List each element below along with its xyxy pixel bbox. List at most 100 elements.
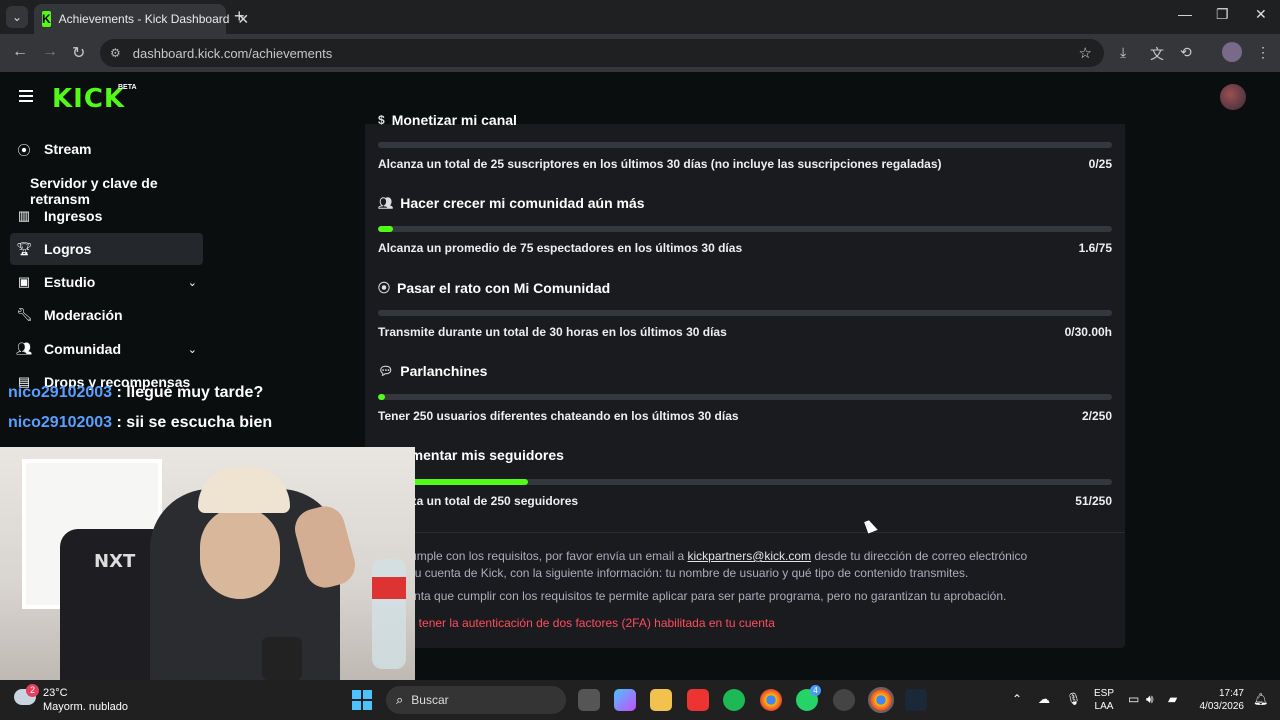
chrome-icon[interactable]: [760, 689, 782, 711]
new-tab-button[interactable]: +: [234, 6, 245, 27]
chair-logo: NXT: [94, 551, 136, 572]
kick-favicon-icon: K: [42, 11, 51, 27]
temperature[interactable]: 23°C: [43, 687, 68, 699]
achievement-parlanchines: 💬︎ Parlanchines Tener 250 usuarios difere…: [378, 363, 1112, 429]
trophy-icon: 🏆︎: [16, 241, 33, 256]
taskbar-search[interactable]: ⌕ Buscar: [386, 686, 566, 714]
user-avatar[interactable]: [1220, 84, 1246, 110]
kick-logo[interactable]: KICK: [52, 84, 125, 114]
volume-icon[interactable]: 🔊︎: [1146, 692, 1154, 707]
file-explorer-icon[interactable]: [650, 689, 672, 711]
notification-bell-icon[interactable]: 🔔︎: [1253, 692, 1268, 706]
microphone: [262, 637, 302, 680]
lang-code: ESP: [1094, 688, 1115, 699]
chevron-down-icon[interactable]: ⌄: [188, 276, 197, 289]
money-icon: $: [378, 113, 385, 127]
achievement-title: Aumentar mis seguidores: [392, 447, 564, 463]
progress-fill: [378, 226, 394, 232]
users-icon: 👥︎: [378, 196, 394, 210]
progress-bar: [378, 310, 1112, 316]
note-text: anal cumple con los requisitos, por favo…: [378, 549, 688, 563]
onedrive-icon[interactable]: ☁: [1038, 692, 1050, 706]
progress-fill: [378, 394, 386, 400]
sidebar-item-label: Moderación: [44, 307, 123, 323]
weather-desc[interactable]: Mayorm. nublado: [43, 701, 128, 713]
bottle-label: [372, 577, 406, 599]
achievement-seguidores: +Aumentar mis seguidores Alcanza un tota…: [378, 447, 1112, 513]
download-icon[interactable]: ⤓: [1120, 44, 1126, 61]
profile-avatar[interactable]: [1222, 42, 1242, 62]
chevron-up-icon[interactable]: ⌃: [1012, 692, 1022, 706]
note-text: desde tu dirección de correo electrónico: [811, 549, 1028, 563]
sidebar-item-stream[interactable]: ⦿ Stream: [10, 133, 203, 165]
reload-icon[interactable]: ↻: [72, 43, 85, 63]
minimize-button[interactable]: —: [1178, 6, 1192, 22]
beta-badge: BETA: [118, 84, 137, 91]
browser-tab-bar: ⌄ K Achievements - Kick Dashboard ✕ + — …: [0, 0, 1280, 34]
tab-search-button[interactable]: ⌄: [6, 6, 28, 28]
youtube-icon[interactable]: [687, 689, 709, 711]
sidebar-item-ingresos[interactable]: ▥ Ingresos: [10, 200, 203, 232]
achievement-title: Parlanchines: [400, 363, 488, 379]
sidebar-item-moderacion[interactable]: 🔧︎ Moderación: [10, 299, 203, 331]
progress-bar: [378, 479, 1112, 485]
weather-badge: 2: [26, 684, 39, 697]
sidebar-item-comunidad[interactable]: 👥︎ Comunidad ⌄: [10, 333, 203, 365]
windows-taskbar: 2 23°C Mayorm. nublado ⌕ Buscar 4 ⌃ ☁ 🎙︎…: [0, 680, 1280, 720]
achievement-monetizar: $ Monetizar mi canal Alcanza un total de …: [378, 112, 1112, 178]
tab-title: Achievements - Kick Dashboard: [58, 12, 230, 26]
forward-icon[interactable]: →: [42, 43, 58, 61]
achievement-title: Hacer crecer mi comunidad aún más: [400, 195, 645, 211]
task-view-icon[interactable]: [578, 689, 600, 711]
progress-bar: [378, 394, 1112, 400]
achievement-desc: Alcanza un total de 25 suscriptores en l…: [378, 157, 942, 171]
back-icon[interactable]: ←: [12, 43, 28, 61]
clock-date: 4/03/2026: [1199, 701, 1245, 712]
history-icon[interactable]: ⟲: [1180, 44, 1192, 61]
search-icon: ⌕: [396, 692, 404, 707]
windows-start-icon[interactable]: [352, 690, 372, 710]
sidebar-item-label: Stream: [44, 141, 92, 157]
system-clock[interactable]: 17:47 4/03/2026: [1196, 687, 1245, 713]
menu-kebab-icon[interactable]: ⋮: [1256, 44, 1270, 61]
achievement-pasar-rato: ⦿ Pasar el rato con Mi Comunidad Transmit…: [378, 279, 1112, 345]
partner-email-link[interactable]: kickpartners@kick.com: [688, 549, 812, 563]
chrome-active-icon[interactable]: [868, 687, 894, 713]
site-info-icon[interactable]: ⚙: [110, 46, 121, 60]
broadcast-icon: ⦿: [17, 142, 31, 158]
chevron-down-icon[interactable]: ⌄: [188, 343, 197, 356]
close-window-button[interactable]: ✕: [1255, 6, 1267, 23]
steam-icon[interactable]: [905, 689, 927, 711]
address-bar[interactable]: ⚙ dashboard.kick.com/achievements ☆: [100, 39, 1104, 67]
sidebar-item-logros[interactable]: 🏆︎ Logros: [10, 233, 203, 265]
copilot-icon[interactable]: [614, 689, 636, 711]
network-icon[interactable]: ▭: [1128, 692, 1139, 706]
chat-bubble-icon: 💬︎: [378, 364, 394, 378]
bookmark-star-icon[interactable]: ☆: [1079, 44, 1092, 62]
hamburger-menu-icon[interactable]: [19, 90, 33, 102]
sidebar-item-estudio[interactable]: ▣ Estudio ⌄: [10, 266, 203, 298]
translate-icon[interactable]: 文: [1150, 44, 1164, 64]
achievements-panel: $ Monetizar mi canal Alcanza un total de …: [365, 112, 1125, 648]
wrench-icon: 🔧︎: [16, 307, 33, 322]
url-text: dashboard.kick.com/achievements: [132, 45, 333, 61]
spotify-icon[interactable]: [723, 689, 745, 711]
obs-icon[interactable]: [833, 689, 855, 711]
sidebar-item-label: Comunidad: [44, 341, 121, 357]
browser-tab[interactable]: K Achievements - Kick Dashboard ✕: [34, 4, 249, 34]
achievement-value: 1.6/75: [1078, 241, 1112, 255]
microphone-icon[interactable]: 🎙︎: [1066, 692, 1081, 706]
2fa-warning: cesitas tener la autenticación de dos fa…: [378, 616, 775, 630]
partner-info-text: anal cumple con los requisitos, por favo…: [378, 548, 1112, 582]
search-label: Buscar: [411, 693, 449, 707]
achievement-value: 0/30.00h: [1064, 325, 1112, 339]
water-bottle: [372, 559, 406, 669]
sidebar-item-label: Estudio: [44, 274, 96, 290]
language-indicator[interactable]: ESP LAA: [1094, 687, 1114, 713]
achievement-crecer: 👥︎ Hacer crecer mi comunidad aún más Alca…: [378, 195, 1112, 261]
maximize-button[interactable]: ❐: [1216, 6, 1229, 23]
battery-icon[interactable]: ▰: [1168, 692, 1177, 706]
divider: [365, 532, 1125, 533]
achievement-value: 2/250: [1081, 409, 1112, 423]
studio-icon: ▣: [17, 274, 31, 289]
